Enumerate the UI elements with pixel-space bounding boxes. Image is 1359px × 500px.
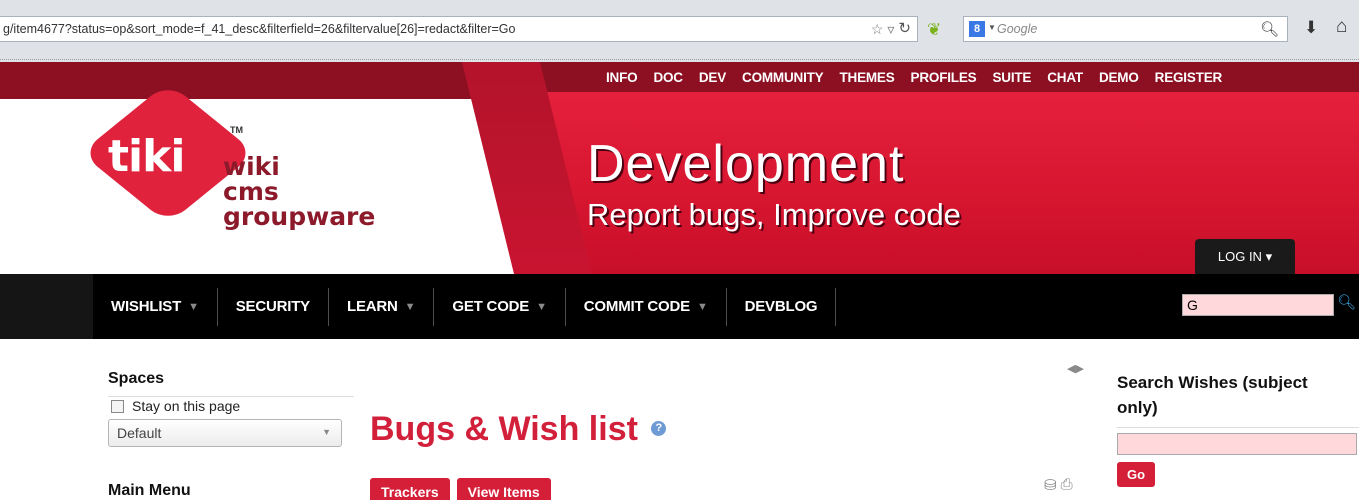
- logo-wordmark: wiki cms groupware: [223, 154, 375, 229]
- divider: [108, 396, 354, 397]
- tab-trackers[interactable]: Trackers: [370, 478, 450, 500]
- top-nav-chat[interactable]: CHAT: [1047, 70, 1083, 85]
- top-nav-info[interactable]: INFO: [606, 70, 638, 85]
- main-nav: WISHLIST ▼ SECURITY LEARN ▼ GET CODE ▼ C…: [0, 274, 1359, 339]
- chevron-down-icon: ▾: [1265, 249, 1273, 264]
- left-sidebar: Spaces Stay on this page Default ▼ Main …: [108, 370, 358, 499]
- nav-left-stub: [0, 274, 93, 339]
- chevron-down-icon: ▼: [696, 300, 708, 313]
- search-wishes-title-line: Search Wishes (subject: [1117, 373, 1308, 392]
- login-label: LOG IN: [1217, 249, 1262, 264]
- nav-separator: [835, 287, 837, 326]
- nav-label: WISHLIST: [111, 298, 182, 315]
- search-wishes-input[interactable]: [1117, 433, 1357, 455]
- top-nav-demo[interactable]: DEMO: [1099, 70, 1139, 85]
- tab-view-items[interactable]: View Items: [456, 478, 551, 500]
- stay-on-page-row: Stay on this page: [108, 398, 358, 414]
- stay-on-page-label: Stay on this page: [132, 398, 241, 414]
- search-placeholder: Google: [997, 22, 1038, 36]
- site-logo[interactable]: tiki TM wiki cms groupware: [80, 79, 430, 259]
- nav-item-devblog[interactable]: DEVBLOG: [727, 274, 836, 339]
- main-menu-title: Main Menu: [108, 482, 191, 499]
- tracker-tabs: Trackers View Items: [370, 478, 551, 500]
- page-title: Bugs & Wish list ?: [370, 410, 667, 449]
- home-icon[interactable]: ⌂: [1336, 16, 1347, 38]
- logo-mark: tiki: [108, 131, 185, 182]
- top-nav-register[interactable]: REGISTER: [1155, 70, 1223, 85]
- nav-item-security[interactable]: SECURITY: [218, 274, 328, 339]
- spaces-select-value: Default: [117, 425, 162, 441]
- help-icon[interactable]: ?: [651, 420, 667, 436]
- page-tools: ⛁ ⎙: [1044, 476, 1073, 494]
- banner-title: Development: [587, 135, 905, 193]
- engine-dropdown-icon[interactable]: ▼: [988, 23, 996, 32]
- top-nav-themes[interactable]: THEMES: [839, 70, 894, 85]
- url-text[interactable]: g/item4677?status=op&sort_mode=f_41_desc…: [3, 22, 515, 36]
- nav-item-get-code[interactable]: GET CODE ▼: [434, 274, 564, 339]
- right-sidebar: Search Wishes (subject only) Go: [1117, 370, 1359, 487]
- go-button[interactable]: Go: [1117, 462, 1156, 487]
- search-wishes-title-line: only): [1117, 398, 1158, 417]
- addon-leaf-icon[interactable]: ❦: [927, 20, 941, 40]
- toolbar-divider: [0, 59, 1359, 60]
- download-icon[interactable]: ⬇: [1304, 18, 1318, 38]
- nav-label: COMMIT CODE: [583, 298, 690, 315]
- database-icon[interactable]: ⛁: [1044, 476, 1057, 494]
- login-button[interactable]: LOG IN ▾: [1195, 239, 1295, 274]
- stay-on-page-checkbox[interactable]: [111, 399, 124, 413]
- banner-subtitle: Report bugs, Improve code: [587, 197, 961, 232]
- search-icon[interactable]: 🔍︎: [1260, 20, 1279, 38]
- spaces-title: Spaces: [108, 370, 165, 387]
- nav-item-learn[interactable]: LEARN ▼: [329, 274, 433, 339]
- nav-label: DEVBLOG: [744, 298, 818, 315]
- site-search-input[interactable]: [1182, 294, 1334, 316]
- top-nav: INFO DOC DEV COMMUNITY THEMES PROFILES S…: [598, 62, 1230, 92]
- top-nav-dev[interactable]: DEV: [699, 70, 726, 85]
- chevron-down-icon: ▼: [536, 300, 547, 313]
- page-title-text: Bugs & Wish list: [370, 410, 638, 448]
- print-icon[interactable]: ⎙: [1061, 476, 1073, 494]
- nav-label: GET CODE: [452, 298, 530, 315]
- logo-line-groupware: groupware: [223, 202, 376, 231]
- reload-icon[interactable]: ↻: [898, 20, 911, 38]
- search-icon[interactable]: 🔍︎: [1337, 293, 1356, 311]
- chevron-down-icon: ▼: [188, 300, 199, 313]
- top-nav-community[interactable]: COMMUNITY: [742, 70, 824, 85]
- nav-item-commit-code[interactable]: COMMIT CODE ▼: [566, 274, 726, 339]
- divider: [1117, 427, 1359, 428]
- logo-line-wiki: wiki: [223, 152, 280, 181]
- browser-search-box[interactable]: 8 ▼ Google 🔍︎: [963, 16, 1288, 42]
- top-nav-profiles[interactable]: PROFILES: [911, 70, 977, 85]
- nav-item-wishlist[interactable]: WISHLIST ▼: [93, 274, 217, 339]
- bookmark-star-icon[interactable]: ☆: [871, 20, 884, 38]
- browser-toolbar: g/item4677?status=op&sort_mode=f_41_desc…: [0, 0, 1359, 62]
- logo-line-cms: cms: [223, 177, 279, 206]
- collapse-toggle-icon[interactable]: ◀▶: [1067, 362, 1084, 375]
- chevron-down-icon: ▼: [322, 427, 331, 437]
- chevron-down-icon: ▼: [404, 300, 416, 313]
- history-dropdown-icon[interactable]: ▿: [887, 20, 894, 38]
- top-nav-suite[interactable]: SUITE: [992, 70, 1031, 85]
- search-engine-icon[interactable]: 8: [969, 21, 985, 37]
- spaces-select[interactable]: Default ▼: [108, 419, 342, 447]
- address-bar[interactable]: g/item4677?status=op&sort_mode=f_41_desc…: [0, 16, 918, 42]
- logo-trademark: TM: [230, 125, 243, 135]
- nav-label: SECURITY: [235, 298, 310, 315]
- site-header: INFO DOC DEV COMMUNITY THEMES PROFILES S…: [0, 62, 1359, 274]
- top-nav-doc[interactable]: DOC: [653, 70, 683, 85]
- nav-label: LEARN: [347, 298, 398, 315]
- search-wishes-title: Search Wishes (subject only): [1117, 370, 1359, 420]
